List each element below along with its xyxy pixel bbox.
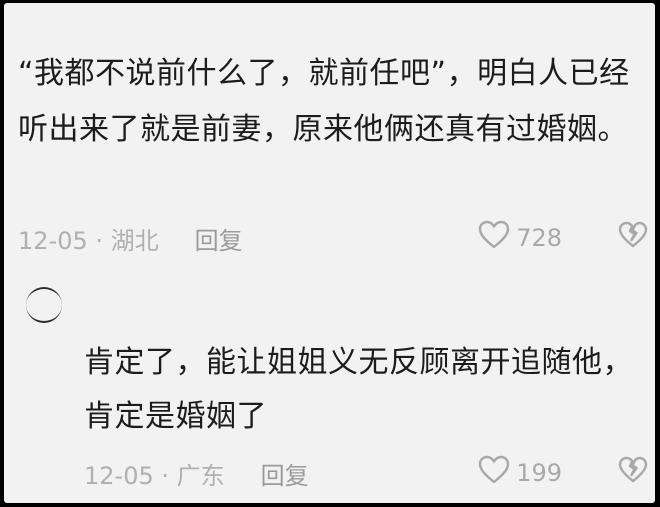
main-comment: “我都不说前什么了，就前任吧”，明白人已经听出来了就是前妻，原来他俩还真有过婚姻… xyxy=(18,46,638,158)
reply-meta-row: 12-05 · 广东 回复 199 xyxy=(84,455,648,491)
reply-like-count: 199 xyxy=(516,459,562,487)
reply-dislike-button[interactable] xyxy=(618,456,648,490)
like-button[interactable]: 728 xyxy=(478,220,562,256)
reply-text: 肯定了，能让姐姐义无反顾离开追随他，肯定是婚姻了 xyxy=(84,345,633,434)
reply-like-button[interactable]: 199 xyxy=(478,455,562,491)
reply-date-location: 12-05 · 广东 xyxy=(84,461,225,490)
heart-outline-icon xyxy=(478,455,510,491)
dislike-button[interactable] xyxy=(618,221,648,255)
heart-outline-icon xyxy=(478,220,510,256)
like-count: 728 xyxy=(516,224,562,252)
reply-reply-button[interactable]: 回复 xyxy=(261,456,309,491)
broken-heart-icon xyxy=(618,221,648,255)
comment-meta-row: 12-05 · 湖北 回复 728 xyxy=(18,220,648,256)
reply-comment: 肯定了，能让姐姐义无反顾离开追随他，肯定是婚姻了 xyxy=(84,336,634,444)
comment-date-location: 12-05 · 湖北 xyxy=(18,226,159,255)
broken-heart-icon xyxy=(618,456,648,490)
comment-card: “我都不说前什么了，就前任吧”，明白人已经听出来了就是前妻，原来他俩还真有过婚姻… xyxy=(4,3,655,503)
reply-button[interactable]: 回复 xyxy=(195,221,243,256)
comment-text: “我都不说前什么了，就前任吧”，明白人已经听出来了就是前妻，原来他俩还真有过婚姻… xyxy=(18,56,630,147)
avatar[interactable] xyxy=(26,287,62,323)
